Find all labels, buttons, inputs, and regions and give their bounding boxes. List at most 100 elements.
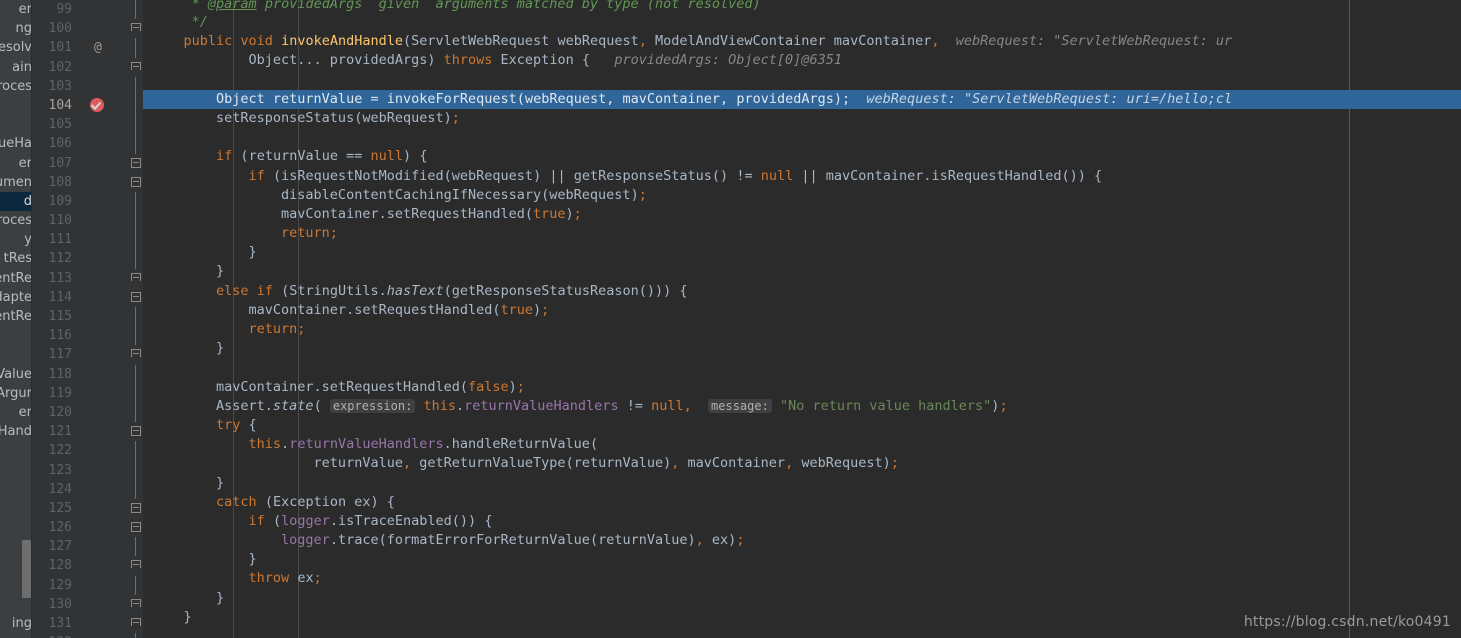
gutter-row[interactable]: 105 (32, 115, 129, 134)
breakpoint-icon[interactable] (90, 98, 104, 113)
code-line-119[interactable]: mavContainer.setRequestHandled(false); (143, 378, 1461, 397)
gutter-row[interactable]: 99 (32, 0, 129, 19)
gutter-row[interactable]: 130 (32, 595, 129, 614)
code-line-115[interactable]: mavContainer.setRequestHandled(true); (143, 301, 1461, 320)
fold-row[interactable] (129, 58, 143, 77)
gutter-row[interactable]: 108 (32, 173, 129, 192)
code-line-120[interactable]: Assert.state( expression: this.returnVal… (143, 397, 1461, 416)
gutter-row[interactable]: 128 (32, 556, 129, 575)
code-line-111[interactable]: return; (143, 224, 1461, 243)
gutter-row[interactable]: 125 (32, 499, 129, 518)
gutter-row[interactable]: 126 (32, 518, 129, 537)
fold-row[interactable] (129, 0, 143, 20)
gutter-row[interactable]: 116 (32, 326, 129, 345)
fold-row[interactable] (129, 249, 143, 269)
gutter-row[interactable]: 117 (32, 345, 129, 364)
fold-row[interactable] (129, 230, 143, 250)
fold-row[interactable] (129, 134, 143, 154)
fold-row[interactable] (129, 326, 143, 346)
fold-row[interactable] (129, 633, 143, 638)
fold-end-icon[interactable] (131, 23, 141, 32)
left-panel-scrollbar[interactable] (22, 0, 31, 638)
gutter-row[interactable]: 120 (32, 403, 129, 422)
fold-row[interactable] (129, 575, 143, 595)
gutter-row[interactable]: 109 (32, 192, 129, 211)
code-line-102[interactable]: Object... providedArgs) throws Exception… (143, 51, 1461, 70)
fold-row[interactable] (129, 402, 143, 423)
fold-row[interactable] (129, 173, 143, 192)
fold-collapse-icon[interactable] (131, 522, 141, 533)
fold-row[interactable] (129, 383, 143, 403)
fold-end-icon[interactable] (131, 272, 141, 281)
fold-row[interactable] (129, 38, 143, 58)
fold-row[interactable] (129, 154, 143, 173)
fold-collapse-icon[interactable] (131, 502, 141, 513)
fold-row[interactable] (129, 499, 143, 518)
fold-collapse-icon[interactable] (131, 426, 141, 437)
gutter-row[interactable]: 110 (32, 211, 129, 230)
gutter-row[interactable]: 113 (32, 269, 129, 288)
fold-row[interactable] (129, 115, 143, 135)
fold-row[interactable] (129, 441, 143, 461)
code-line-118[interactable] (143, 358, 1461, 377)
code-line-113[interactable]: } (143, 262, 1461, 281)
code-line-110[interactable]: mavContainer.setRequestHandled(true); (143, 205, 1461, 224)
fold-end-icon[interactable] (131, 61, 141, 70)
code-line-117[interactable]: } (143, 339, 1461, 358)
fold-row[interactable] (129, 422, 143, 441)
code-line-105[interactable]: setResponseStatus(webRequest); (143, 109, 1461, 128)
code-folding-strip[interactable] (129, 0, 143, 638)
gutter-row[interactable]: 122 (32, 441, 129, 460)
code-line-100[interactable]: */ (143, 13, 1461, 32)
fold-row[interactable] (129, 19, 143, 38)
fold-end-icon[interactable] (131, 560, 141, 569)
gutter-row[interactable]: 101 @ (32, 38, 129, 57)
gutter-row[interactable]: 124 (32, 480, 129, 499)
gutter-row[interactable]: 104 (32, 96, 129, 115)
fold-row[interactable] (129, 614, 143, 633)
gutter-row[interactable]: 112 (32, 249, 129, 268)
annotation-marker-icon[interactable]: @ (94, 38, 102, 57)
code-line-130[interactable]: } (143, 589, 1461, 608)
fold-row[interactable] (129, 364, 143, 384)
gutter-row[interactable]: 118 (32, 365, 129, 384)
gutter-row[interactable]: 129 (32, 576, 129, 595)
code-line-114[interactable]: else if (StringUtils.hasText(getResponse… (143, 282, 1461, 301)
fold-row[interactable] (129, 537, 143, 557)
fold-collapse-icon[interactable] (131, 176, 141, 187)
gutter-row[interactable]: 131 (32, 614, 129, 633)
editor-gutter[interactable]: 99 100 101 @102 103 104 105 106 107 108 109 110 111 1… (32, 0, 129, 638)
code-line-101[interactable]: public void invokeAndHandle(ServletWebRe… (143, 32, 1461, 51)
fold-row[interactable] (129, 76, 143, 96)
fold-row[interactable] (129, 556, 143, 575)
code-line-116[interactable]: return; (143, 320, 1461, 339)
fold-row[interactable] (129, 95, 143, 116)
gutter-row[interactable]: 102 (32, 58, 129, 77)
fold-row[interactable] (129, 518, 143, 537)
gutter-row[interactable]: 103 (32, 77, 129, 96)
code-line-109[interactable]: disableContentCachingIfNecessary(webRequ… (143, 186, 1461, 205)
gutter-row[interactable]: 111 (32, 230, 129, 249)
fold-row[interactable] (129, 211, 143, 231)
code-line-125[interactable]: catch (Exception ex) { (143, 493, 1461, 512)
gutter-row[interactable]: 121 (32, 422, 129, 441)
fold-end-icon[interactable] (131, 598, 141, 607)
gutter-row[interactable]: 115 (32, 307, 129, 326)
code-line-121[interactable]: try { (143, 416, 1461, 435)
code-line-108[interactable]: if (isRequestNotModified(webRequest) || … (143, 167, 1461, 186)
code-line-129[interactable]: throw ex; (143, 569, 1461, 588)
code-line-122[interactable]: this.returnValueHandlers.handleReturnVal… (143, 435, 1461, 454)
code-line-128[interactable]: } (143, 550, 1461, 569)
fold-collapse-icon[interactable] (131, 291, 141, 302)
debugger-frames-panel[interactable]: erngesolvainroces ueHaerumendrocesytRese… (0, 0, 32, 638)
fold-row[interactable] (129, 191, 143, 212)
code-viewport[interactable]: * @param providedArgs given arguments ma… (143, 0, 1461, 638)
fold-end-icon[interactable] (131, 618, 141, 626)
gutter-row[interactable]: 100 (32, 19, 129, 38)
code-line-107[interactable]: if (returnValue == null) { (143, 147, 1461, 166)
code-line-112[interactable]: } (143, 243, 1461, 262)
fold-row[interactable] (129, 595, 143, 614)
fold-row[interactable] (129, 307, 143, 327)
fold-row[interactable] (129, 479, 143, 499)
code-line-104[interactable]: Object returnValue = invokeForRequest(we… (143, 89, 1461, 109)
